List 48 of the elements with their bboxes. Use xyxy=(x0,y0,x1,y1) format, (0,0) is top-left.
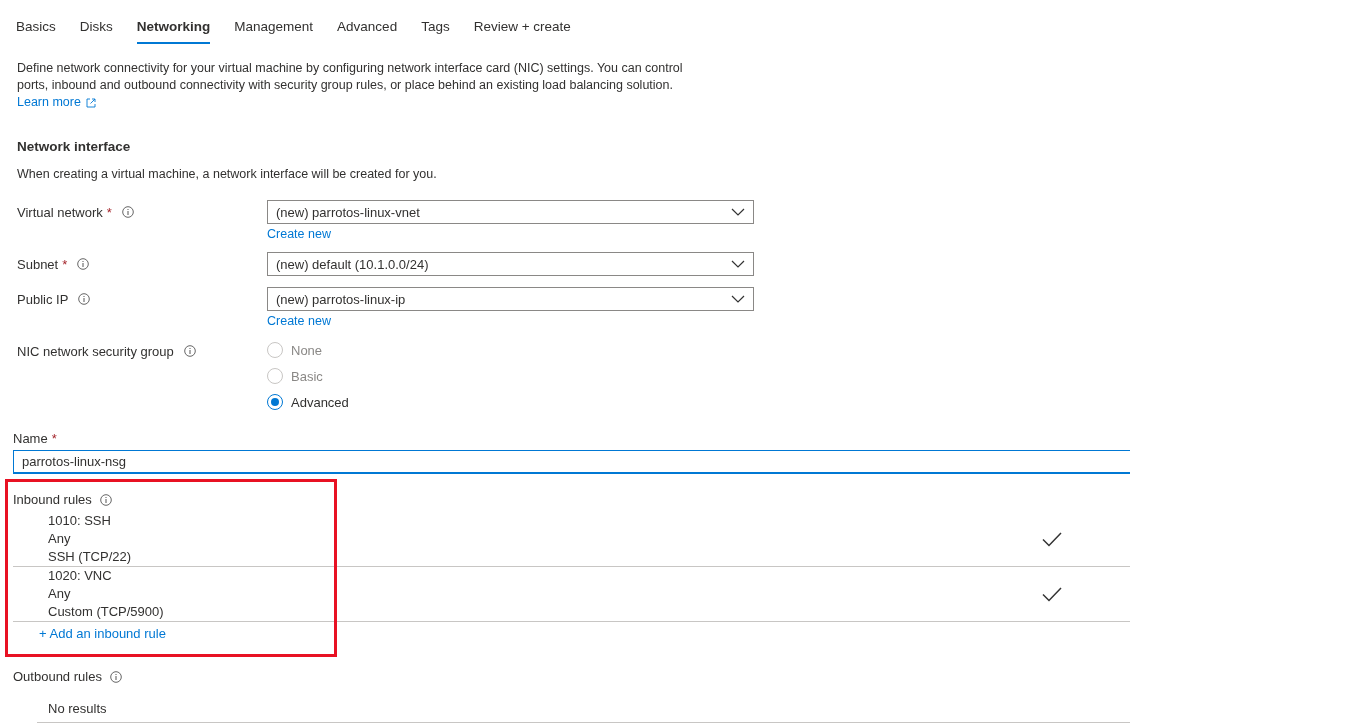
radio-label: Advanced xyxy=(291,394,349,410)
description-text: Define network connectivity for your virtual machine by configuring network interface card (NIC) settings. You can control ports, inbound and outbound connectivity with security group rules, or place behind an existing load balancing solution. xyxy=(17,60,684,94)
tab[interactable]: Basics xyxy=(16,19,56,44)
required-asterisk: * xyxy=(51,431,57,446)
section-label: Outbound rules xyxy=(13,669,102,684)
rule-service: SSH (TCP/22) xyxy=(48,548,132,566)
tab[interactable]: Advanced xyxy=(337,19,398,44)
learn-more-link[interactable]: Learn more xyxy=(17,94,96,111)
info-icon[interactable] xyxy=(78,293,91,305)
rule-service: Custom (TCP/5900) xyxy=(48,603,164,621)
field-label: NIC network security group xyxy=(17,344,174,359)
section-heading: Network interface xyxy=(17,139,132,154)
name-input[interactable]: parrotos-linux-nsg xyxy=(13,450,1130,474)
tab[interactable]: Management xyxy=(234,19,314,44)
create-new-link[interactable]: Create new xyxy=(267,227,754,241)
radio-label: None xyxy=(291,342,323,358)
rule-name: 1020: VNC xyxy=(48,567,113,585)
info-icon[interactable] xyxy=(99,494,112,506)
radio-label: Basic xyxy=(291,368,323,384)
rule-source: Any xyxy=(48,585,72,603)
info-icon[interactable] xyxy=(183,345,196,357)
section-description: When creating a virtual machine, a network interface will be created for you. xyxy=(17,167,438,181)
chevron-down-icon xyxy=(731,260,745,268)
dropdown[interactable]: (new) default (10.1.0.0/24) xyxy=(267,252,754,276)
tab[interactable]: Tags xyxy=(421,19,450,44)
info-icon[interactable] xyxy=(109,671,122,683)
field-label: Subnet xyxy=(17,257,59,272)
add-inbound-rule-link[interactable]: + Add an inbound rule xyxy=(39,626,1130,641)
section-label: Inbound rules xyxy=(13,492,92,507)
chevron-down-icon xyxy=(731,295,745,303)
tab[interactable]: Review + create xyxy=(473,19,571,44)
external-link-icon xyxy=(85,97,96,108)
rule-source: Any xyxy=(48,530,72,548)
tab[interactable]: Networking xyxy=(136,19,211,44)
dropdown[interactable]: (new) parrotos-linux-vnet xyxy=(267,200,754,224)
empty-message: No results xyxy=(48,701,107,716)
dropdown[interactable]: (new) parrotos-linux-ip xyxy=(267,287,754,311)
info-icon[interactable] xyxy=(77,258,90,270)
field-label: Public IP xyxy=(17,292,69,307)
chevron-down-icon xyxy=(731,208,745,216)
field-label: Virtual network xyxy=(17,205,103,220)
required-asterisk: * xyxy=(106,205,112,220)
required-asterisk: * xyxy=(62,257,68,272)
info-icon[interactable] xyxy=(121,206,134,218)
field-label: Name xyxy=(13,431,48,446)
create-new-link[interactable]: Create new xyxy=(267,314,754,328)
rule-name: 1010: SSH xyxy=(48,512,112,530)
tab[interactable]: Disks xyxy=(79,19,113,44)
